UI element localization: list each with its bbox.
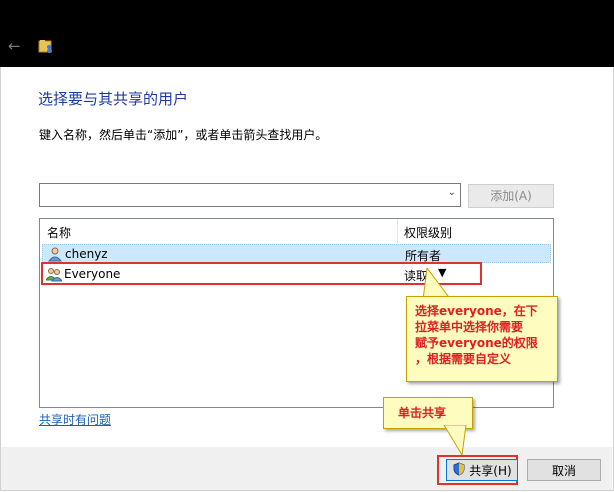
- user-name-combobox[interactable]: ⌄: [39, 183, 461, 207]
- shared-folder-icon: [38, 38, 54, 54]
- share-button[interactable]: 共享(H): [446, 459, 518, 481]
- dialog-heading: 选择要与其共享的用户: [38, 90, 189, 108]
- column-header-name[interactable]: 名称: [47, 224, 71, 241]
- share-button-label[interactable]: 共享(H): [469, 464, 511, 478]
- list-row-chenyz[interactable]: chenyz 所有者: [42, 244, 551, 263]
- callout-pointer: [443, 425, 467, 457]
- annotation-callout: 选择everyone，在下 拉菜单中选择你需要 赋予everyone的权限 ，根…: [406, 296, 558, 382]
- cancel-button[interactable]: 取消: [527, 459, 601, 481]
- column-header-permission[interactable]: 权限级别: [404, 224, 452, 241]
- chevron-down-icon[interactable]: ⌄: [448, 187, 456, 198]
- list-header: 名称 权限级别: [40, 219, 553, 243]
- column-divider[interactable]: [397, 219, 398, 243]
- callout-line: 单击共享: [398, 406, 447, 420]
- callout-line: 选择everyone，在下: [415, 304, 538, 318]
- callout-line: ，根据需要自定义: [415, 352, 512, 366]
- title-bar: ←: [0, 0, 614, 67]
- user-name: chenyz: [65, 247, 108, 261]
- user-icon: [47, 246, 63, 262]
- callout-line: 赋予everyone的权限: [415, 336, 538, 350]
- add-button[interactable]: 添加(A): [468, 184, 554, 208]
- uac-shield-icon: [452, 461, 466, 483]
- sharing-help-link[interactable]: 共享时有问题: [39, 411, 111, 428]
- button-bar: [1, 447, 612, 490]
- back-arrow-icon[interactable]: ←: [8, 36, 21, 56]
- instruction-text: 键入名称，然后单击“添加”，或者单击箭头查找用户。: [39, 128, 328, 142]
- callout-line: 拉菜单中选择你需要: [415, 320, 524, 334]
